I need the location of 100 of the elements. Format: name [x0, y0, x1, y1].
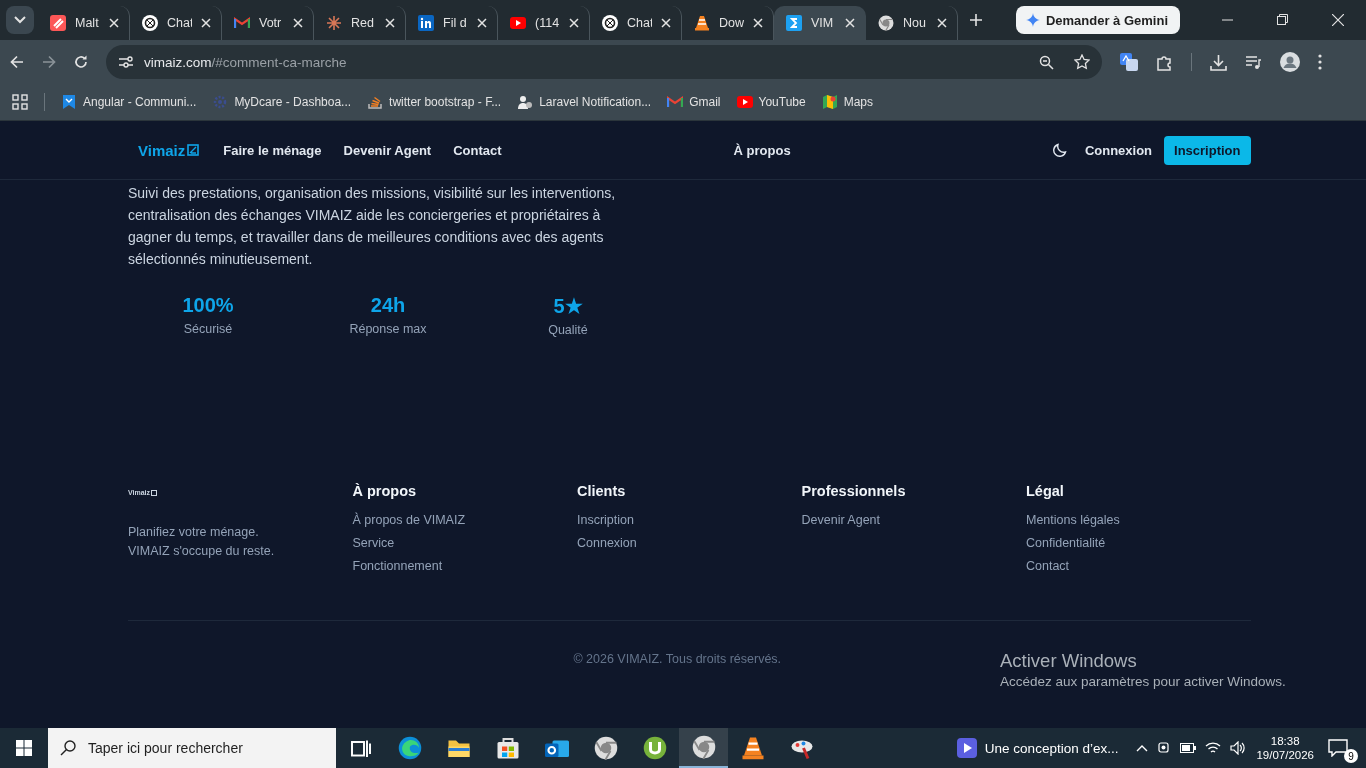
chevron-up-icon[interactable] — [1136, 744, 1149, 752]
tab-title: (114 — [535, 16, 560, 30]
star-icon[interactable] — [1074, 54, 1090, 70]
footer-link[interactable]: Contact — [1026, 559, 1251, 573]
login-link[interactable]: Connexion — [1084, 142, 1153, 158]
close-icon[interactable] — [385, 18, 395, 28]
bookmark[interactable]: Laravel Notification... — [517, 94, 652, 110]
close-icon[interactable] — [477, 18, 487, 28]
extensions-icon[interactable] — [1156, 53, 1173, 71]
chrome-icon — [593, 736, 618, 760]
tagline: Planifiez votre ménage. — [128, 524, 260, 541]
chevron-down-icon — [14, 16, 26, 24]
tab-search-button[interactable] — [6, 6, 34, 34]
play-icon — [736, 94, 753, 110]
nav-link[interactable]: Contact — [453, 142, 502, 158]
linkedin-icon — [418, 15, 434, 31]
taskbar-app[interactable] — [679, 728, 728, 768]
battery-icon[interactable] — [1180, 743, 1197, 753]
footer-link[interactable]: Service — [352, 536, 577, 550]
address-bar[interactable]: vimaiz.com/#comment-ca-marche — [106, 45, 1102, 79]
browser-tab[interactable]: VIM — [774, 6, 866, 40]
map-icon — [821, 94, 838, 110]
bookmark[interactable]: YouTube — [736, 94, 806, 110]
translate-icon[interactable] — [1120, 53, 1138, 71]
notifications-button[interactable]: 9 — [1328, 733, 1358, 763]
more-icon[interactable] — [1318, 54, 1322, 70]
mail-icon — [234, 15, 250, 31]
nav-link[interactable]: À propos — [733, 142, 791, 158]
footer-link[interactable]: Confidentialité — [1026, 536, 1251, 550]
stat-value: 100% — [182, 294, 234, 317]
close-icon[interactable] — [201, 18, 211, 28]
media-control-icon[interactable] — [1245, 53, 1262, 71]
footer-link[interactable]: Connexion — [577, 536, 802, 550]
close-icon[interactable] — [845, 18, 855, 28]
search-icon — [60, 740, 76, 756]
close-icon[interactable] — [1332, 14, 1344, 26]
bookmark[interactable]: twitter bootstrap - F... — [367, 94, 502, 110]
sparkle-icon — [1025, 13, 1040, 27]
footer-heading: À propos — [352, 483, 418, 499]
site-settings-icon[interactable] — [118, 54, 134, 70]
close-icon[interactable] — [109, 18, 119, 28]
logo[interactable]: Vimaiz — [138, 141, 200, 159]
bookmark[interactable]: MyDcare - Dashboa... — [212, 94, 352, 110]
footer-link[interactable]: À propos de VIMAIZ — [352, 513, 577, 527]
taskbar-clock[interactable]: 18:38 19/07/2026 — [1256, 735, 1314, 761]
back-icon[interactable] — [10, 55, 24, 69]
copyright: © 2026 VIMAIZ. Tous droits réservés. — [573, 652, 782, 666]
chrome-icon — [691, 735, 716, 759]
footer-link[interactable]: Devenir Agent — [801, 513, 1026, 527]
cone-icon — [694, 15, 710, 31]
stack-icon — [367, 94, 384, 110]
tab-title: Nou — [903, 16, 927, 30]
cone-icon — [740, 736, 765, 760]
chrome-icon — [878, 15, 894, 31]
tab-title: Fil d — [443, 16, 468, 30]
avatar-icon[interactable] — [1280, 52, 1300, 72]
footer-link[interactable]: Mentions légales — [1026, 513, 1251, 527]
tab-title: VIM — [811, 16, 835, 30]
zoom-icon[interactable] — [1039, 54, 1054, 70]
tab-title: Votr — [259, 16, 283, 30]
moon-icon[interactable] — [1052, 143, 1067, 157]
torrent-icon — [642, 736, 667, 760]
close-icon[interactable] — [569, 18, 579, 28]
logo-mark-icon — [187, 144, 200, 156]
restore-icon[interactable] — [1277, 14, 1288, 25]
url-text: vimaiz.com/#comment-ca-marche — [144, 54, 347, 70]
gemini-button[interactable]: Demander à Gemini — [1015, 6, 1180, 34]
nav-link[interactable]: Faire le ménage — [223, 142, 322, 158]
meet-icon[interactable] — [1157, 741, 1172, 755]
taskbar-search-field[interactable]: Taper ici pour rechercher — [48, 728, 336, 768]
footer-link[interactable]: Fonctionnement — [352, 559, 577, 573]
apps-grid-icon[interactable] — [12, 94, 28, 110]
wifi-icon[interactable] — [1205, 741, 1222, 755]
tagline: VIMAIZ s'occupe du reste. — [128, 543, 276, 560]
mail-icon — [667, 94, 684, 110]
bookmark[interactable]: Maps — [821, 94, 874, 110]
close-icon[interactable] — [937, 18, 947, 28]
stat-value: 5★ — [553, 294, 583, 318]
windows-icon — [16, 740, 32, 756]
reload-icon[interactable] — [74, 55, 88, 69]
close-icon[interactable] — [661, 18, 671, 28]
people-icon — [517, 94, 534, 110]
video-icon — [956, 738, 977, 758]
forward-icon[interactable] — [42, 55, 56, 69]
speaker-icon[interactable] — [1230, 741, 1247, 755]
signup-button[interactable]: Inscription — [1164, 135, 1251, 165]
media-widget[interactable]: Une conception d’ex... — [956, 738, 1119, 758]
logo-mark-icon — [151, 489, 158, 496]
footer-link[interactable]: Inscription — [577, 513, 802, 527]
play-icon — [510, 15, 526, 31]
notification-icon — [1328, 739, 1348, 757]
bookmark[interactable]: Angular - Communi... — [61, 94, 197, 110]
bookmark-icon — [61, 94, 77, 110]
bookmark[interactable]: Gmail — [667, 94, 721, 110]
close-icon[interactable] — [293, 18, 303, 28]
download-icon[interactable] — [1210, 53, 1227, 71]
footer-heading: Clients — [577, 483, 627, 499]
nav-link[interactable]: Devenir Agent — [343, 142, 432, 158]
new-tab-icon[interactable] — [970, 14, 982, 26]
close-icon[interactable] — [753, 18, 763, 28]
